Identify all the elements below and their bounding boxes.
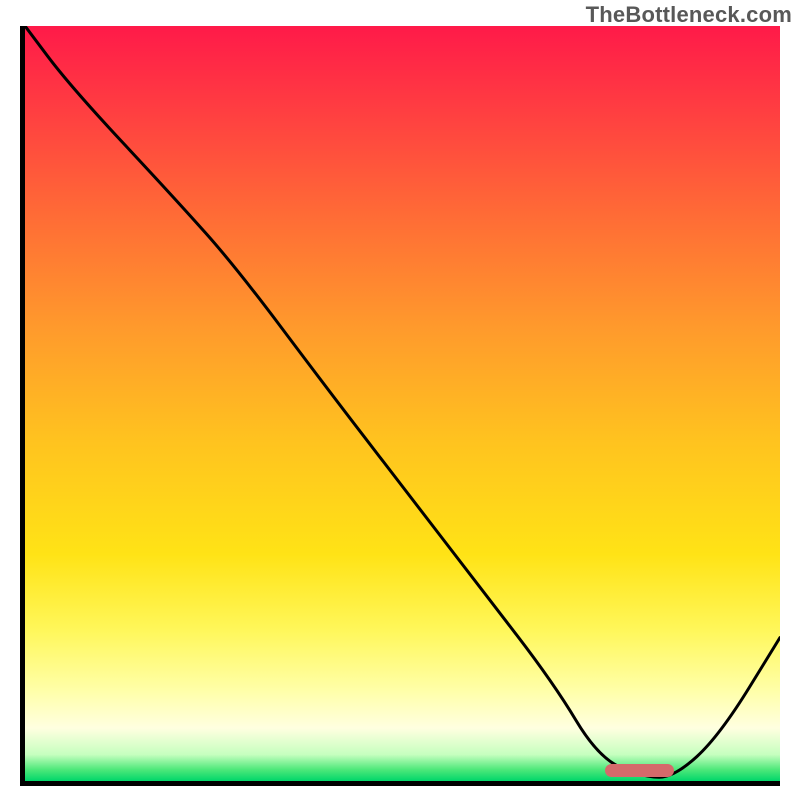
chart-container: TheBottleneck.com xyxy=(0,0,800,800)
plot-area xyxy=(25,26,780,781)
optimal-range-marker xyxy=(605,764,674,777)
watermark-text: TheBottleneck.com xyxy=(586,2,792,28)
bottleneck-curve xyxy=(25,26,780,781)
